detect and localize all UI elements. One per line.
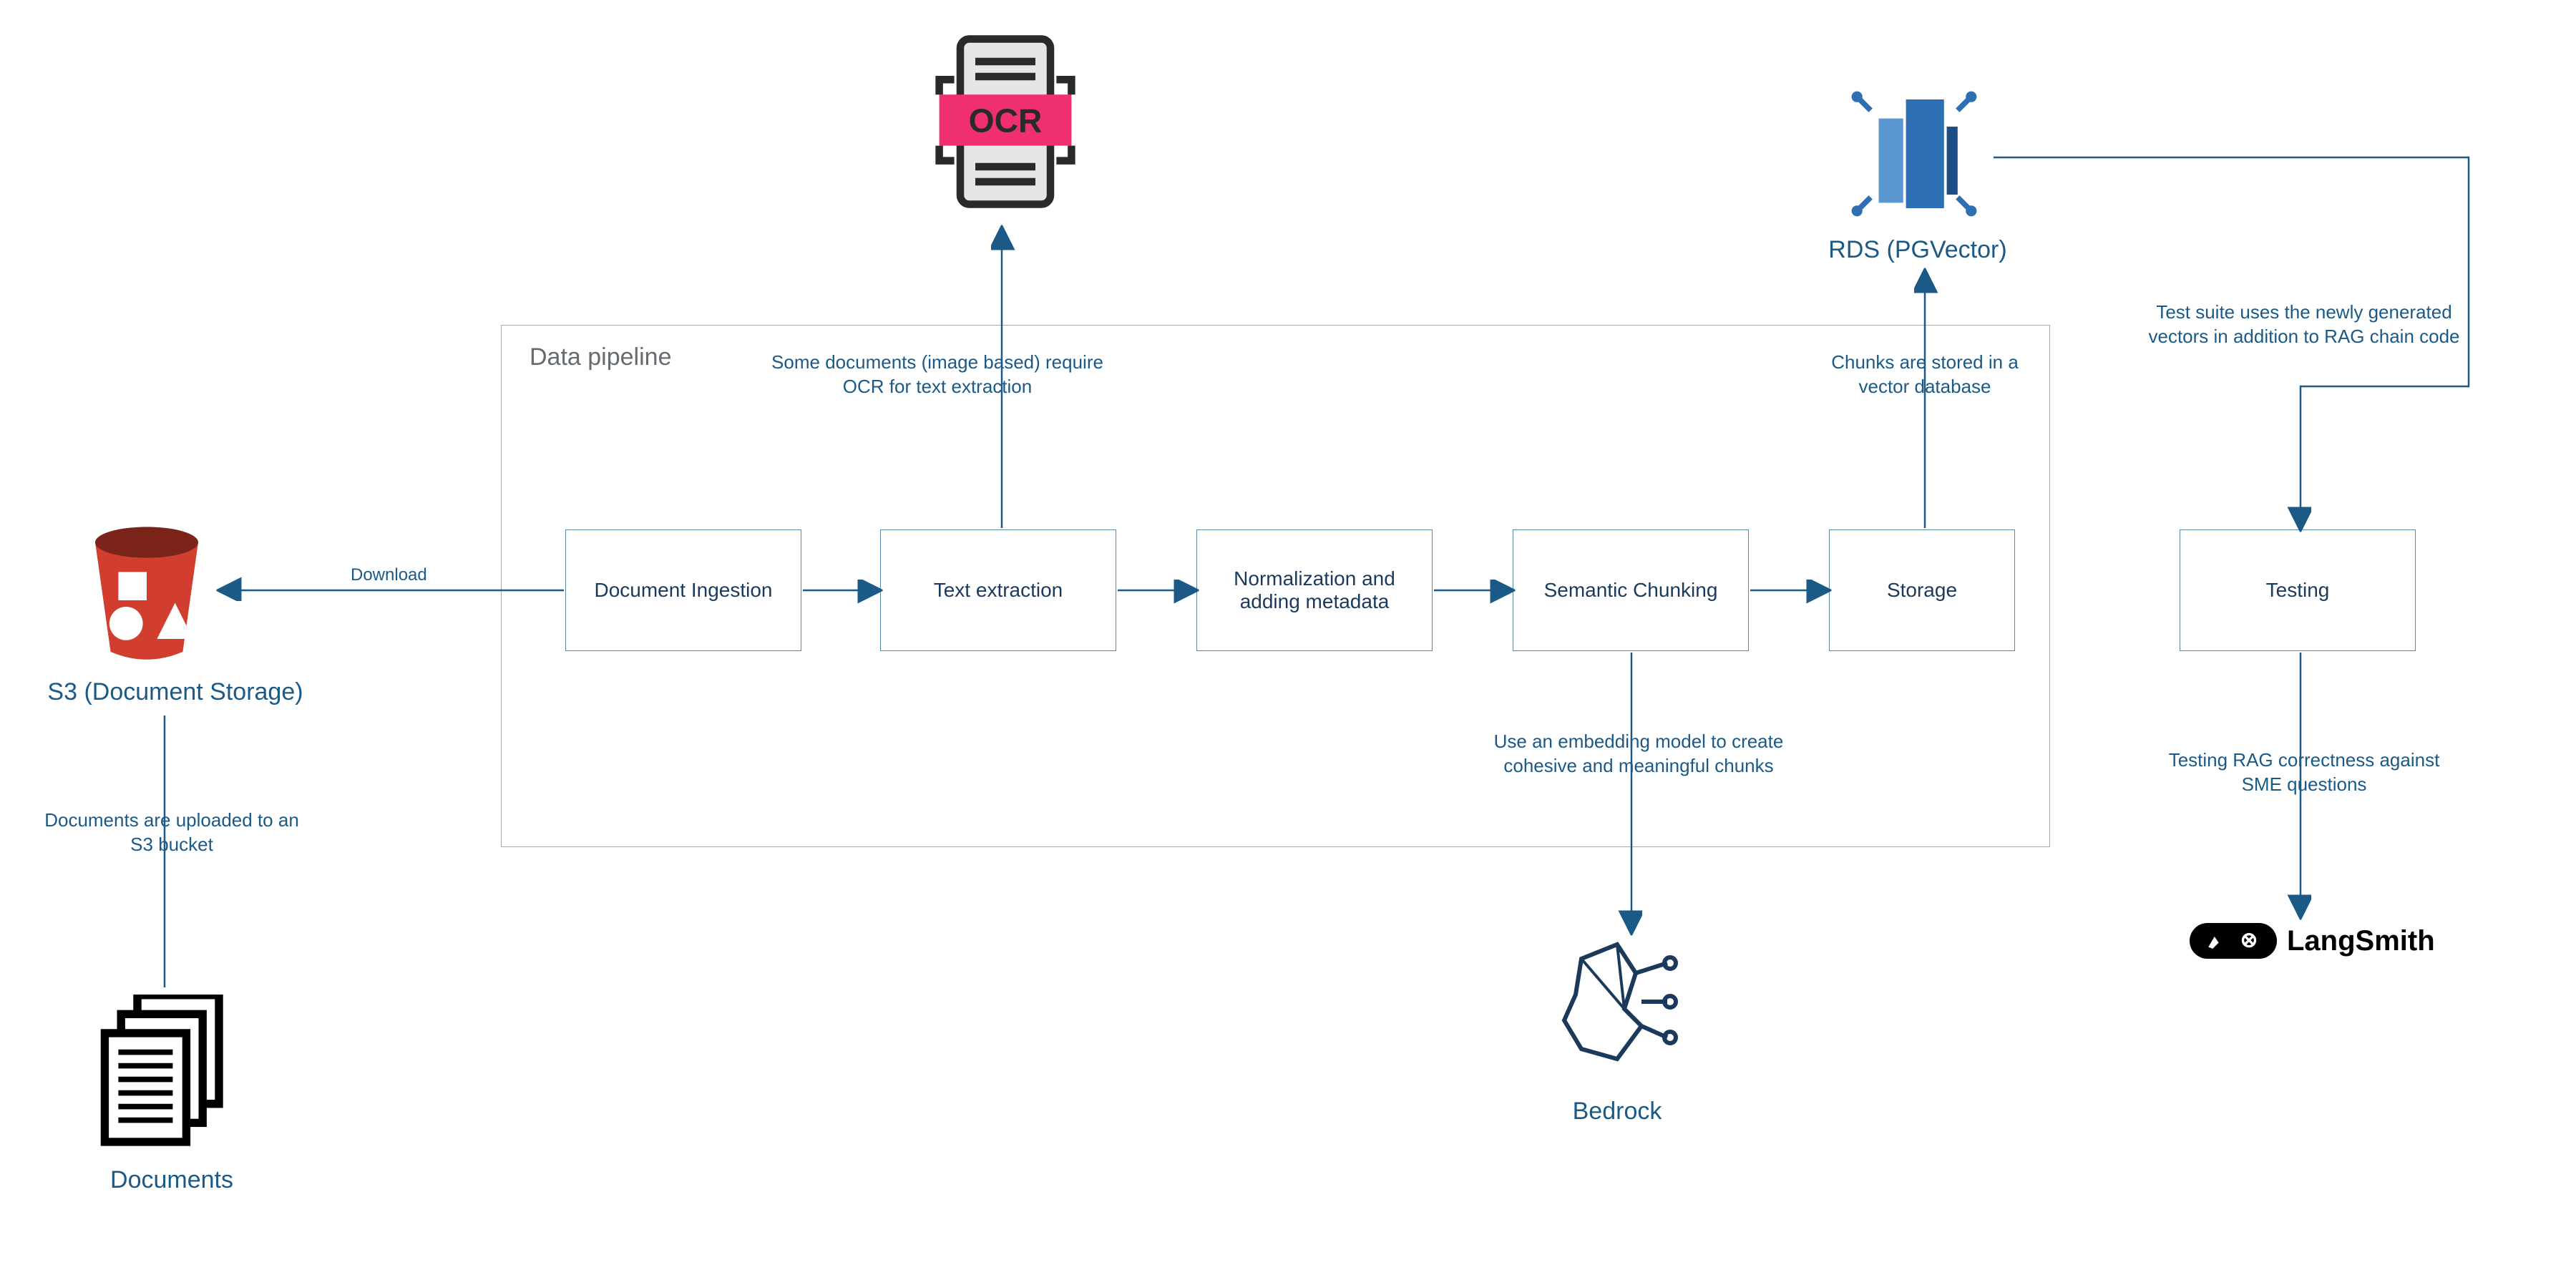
arrows-layer [0,0,2576,1265]
